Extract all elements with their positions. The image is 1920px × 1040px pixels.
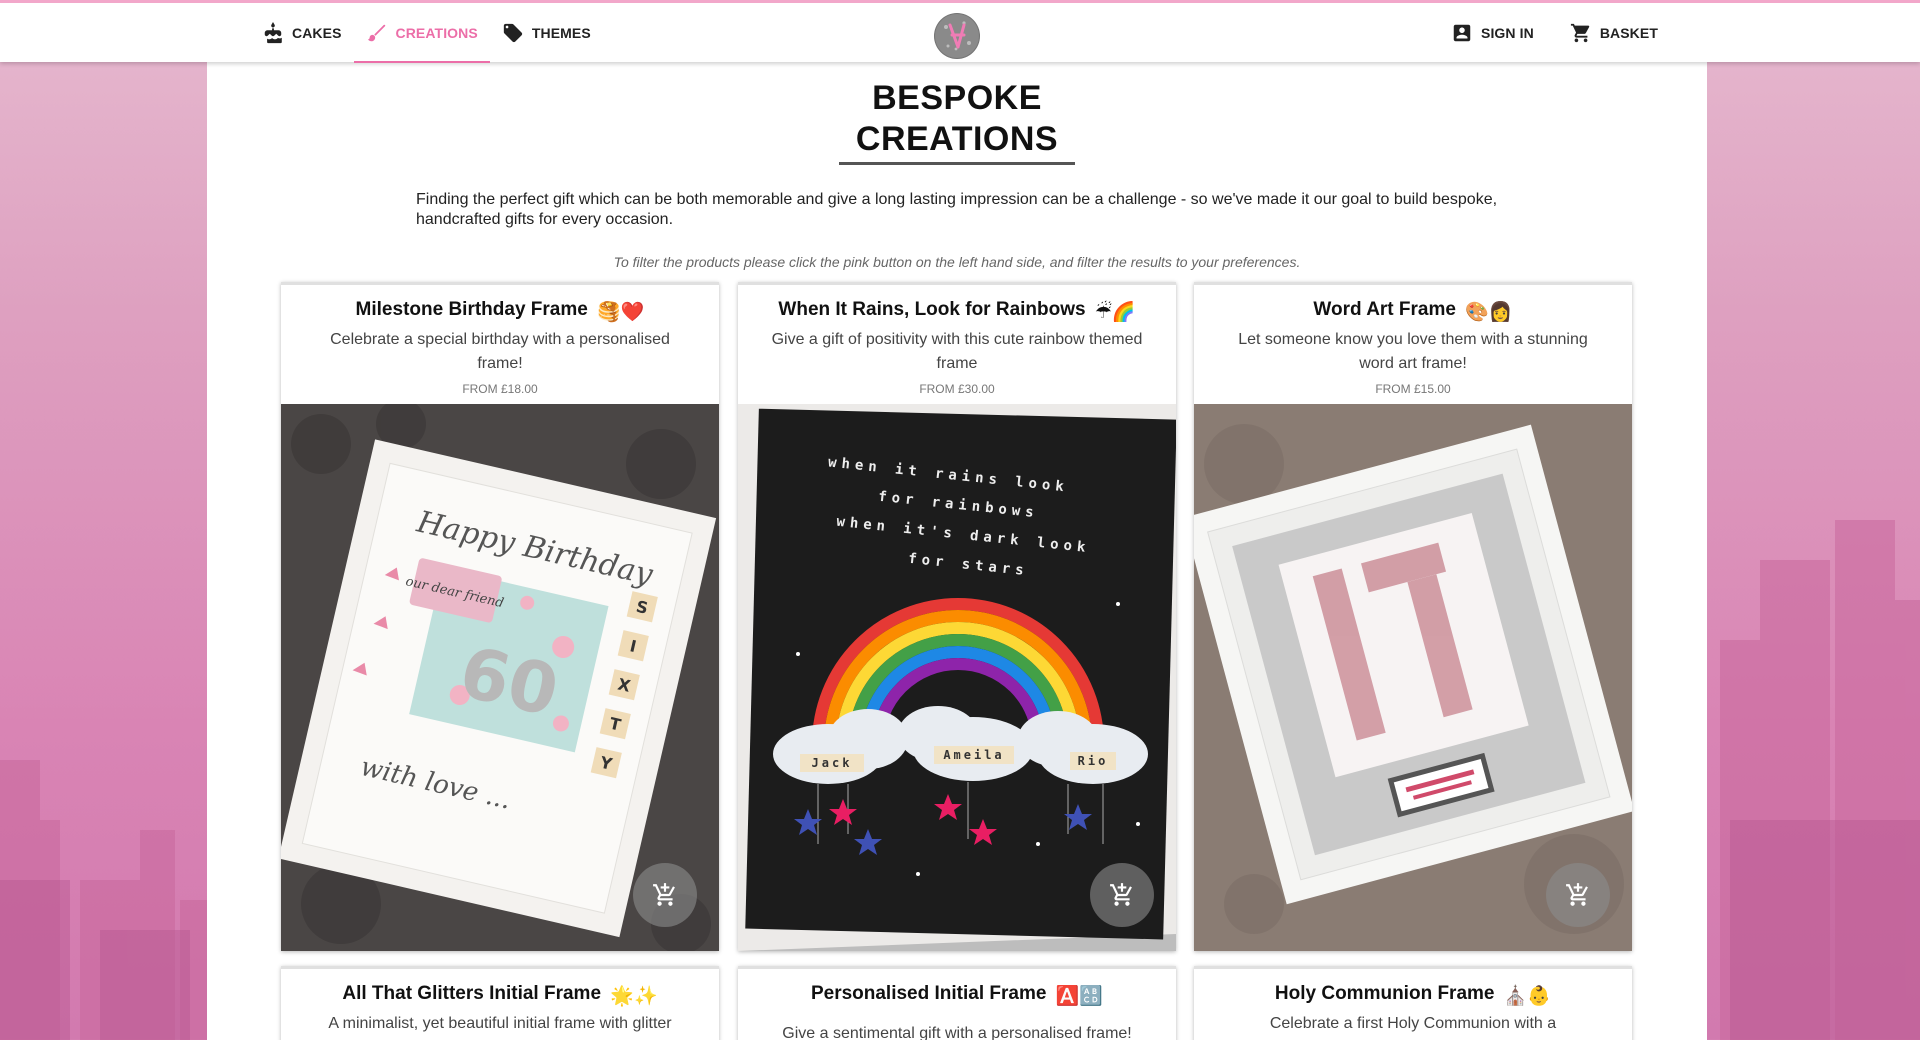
site-logo[interactable] (934, 13, 980, 59)
rainbow-name: Jack (812, 756, 853, 770)
product-description: Celebrate a first Holy Communion with a (1269, 1015, 1557, 1032)
product-card[interactable]: Personalised Initial Frame 🅰️🔠 Give a se… (738, 966, 1176, 1040)
product-price: FROM £15.00 (1375, 382, 1451, 396)
product-image[interactable]: 60 Happy Birthday our dear friend with l… (281, 404, 719, 951)
add-to-cart-button[interactable] (1546, 863, 1610, 927)
cart-icon (1570, 23, 1590, 42)
top-navigation-bar: CAKES CREATIONS THEMES SIGN IN BASKET (0, 0, 1920, 63)
add-cart-icon (653, 883, 675, 906)
product-title-text: Holy Communion Frame (1274, 983, 1495, 1004)
product-title: Personalised Initial Frame 🅰️🔠 (738, 983, 1176, 1008)
product-price: FROM £30.00 (919, 382, 995, 396)
product-emoji: ☔🌈 (1094, 302, 1136, 323)
nav-label: CREATIONS (395, 24, 478, 41)
product-title: All That Glitters Initial Frame 🌟✨ (281, 983, 719, 1008)
product-description: A minimalist, yet beautiful initial fram… (328, 1015, 672, 1032)
add-cart-icon (1110, 883, 1132, 906)
nav-label: THEMES (531, 24, 591, 41)
brush-icon (367, 24, 385, 41)
add-to-cart-button[interactable] (1090, 863, 1154, 927)
product-emoji: 🅰️🔠 (1055, 986, 1104, 1007)
product-title-text: Milestone Birthday Frame (355, 299, 588, 320)
product-card[interactable]: Holy Communion Frame ⛪👶 Celebrate a firs… (1194, 966, 1632, 1040)
add-cart-icon (1566, 883, 1588, 906)
product-title: Milestone Birthday Frame 🥞❤️ (281, 299, 719, 324)
page-title-text: BESPOKE CREATIONS (855, 79, 1059, 158)
product-title: When It Rains, Look for Rainbows ☔🌈 (738, 299, 1176, 324)
product-title-text: Word Art Frame (1313, 299, 1456, 320)
rainbow-name: Rio (1078, 754, 1109, 768)
title-underline (839, 162, 1075, 165)
account-box-icon (1453, 24, 1471, 41)
nav-basket[interactable]: BASKET (1558, 3, 1670, 62)
product-emoji: 🌟✨ (610, 986, 658, 1007)
nav-label: BASKET (1599, 24, 1658, 41)
product-price: FROM £18.00 (462, 382, 538, 396)
product-description: Celebrate a special birthday with a pers… (330, 331, 670, 372)
product-title-text: Personalised Initial Frame (810, 983, 1047, 1004)
nav-label: CAKES (292, 24, 342, 41)
product-title: Holy Communion Frame ⛪👶 (1194, 983, 1632, 1008)
product-emoji: 🎨👩 (1465, 302, 1513, 323)
product-description: Give a gift of positivity with this cute… (771, 331, 1143, 372)
product-title: Word Art Frame 🎨👩 (1194, 299, 1632, 324)
product-description: Give a sentimental gift with a personali… (782, 1025, 1132, 1040)
nav-label: SIGN IN (1481, 24, 1534, 41)
product-title-text: All That Glitters Initial Frame (342, 983, 602, 1004)
add-to-cart-button[interactable] (633, 863, 697, 927)
product-image[interactable] (1194, 404, 1632, 951)
main-nav: CAKES CREATIONS THEMES (250, 3, 603, 63)
product-card[interactable]: Milestone Birthday Frame 🥞❤️ Celebrate a… (281, 282, 719, 951)
product-title-text: When It Rains, Look for Rainbows (778, 299, 1086, 320)
nav-themes[interactable]: THEMES (490, 3, 603, 62)
product-description: Let someone know you love them with a st… (1238, 331, 1588, 372)
rainbow-name: Ameila (943, 748, 1004, 762)
account-nav: SIGN IN BASKET (1439, 3, 1670, 62)
nav-creations[interactable]: CREATIONS (353, 4, 490, 63)
product-emoji: 🥞❤️ (597, 302, 645, 323)
nav-sign-in[interactable]: SIGN IN (1439, 3, 1546, 62)
filter-hint: To filter the products please click the … (613, 254, 1301, 270)
logo-monogram-icon (935, 14, 979, 58)
product-emoji: ⛪👶 (1503, 986, 1552, 1007)
tag-icon (503, 23, 522, 42)
nav-cakes[interactable]: CAKES (250, 3, 354, 62)
page-title: BESPOKE CREATIONS (207, 78, 1707, 160)
cake-icon (264, 21, 282, 43)
intro-paragraph: Finding the perfect gift which can be bo… (416, 191, 1498, 228)
product-card[interactable]: All That Glitters Initial Frame 🌟✨ A min… (281, 966, 719, 1040)
product-card[interactable]: Word Art Frame 🎨👩 Let someone know you l… (1194, 282, 1632, 951)
product-card[interactable]: When It Rains, Look for Rainbows ☔🌈 Give… (738, 282, 1176, 951)
content-panel: BESPOKE CREATIONS Finding the perfect gi… (207, 62, 1707, 1040)
product-image[interactable]: when it rains look for rainbows when it'… (738, 404, 1176, 951)
